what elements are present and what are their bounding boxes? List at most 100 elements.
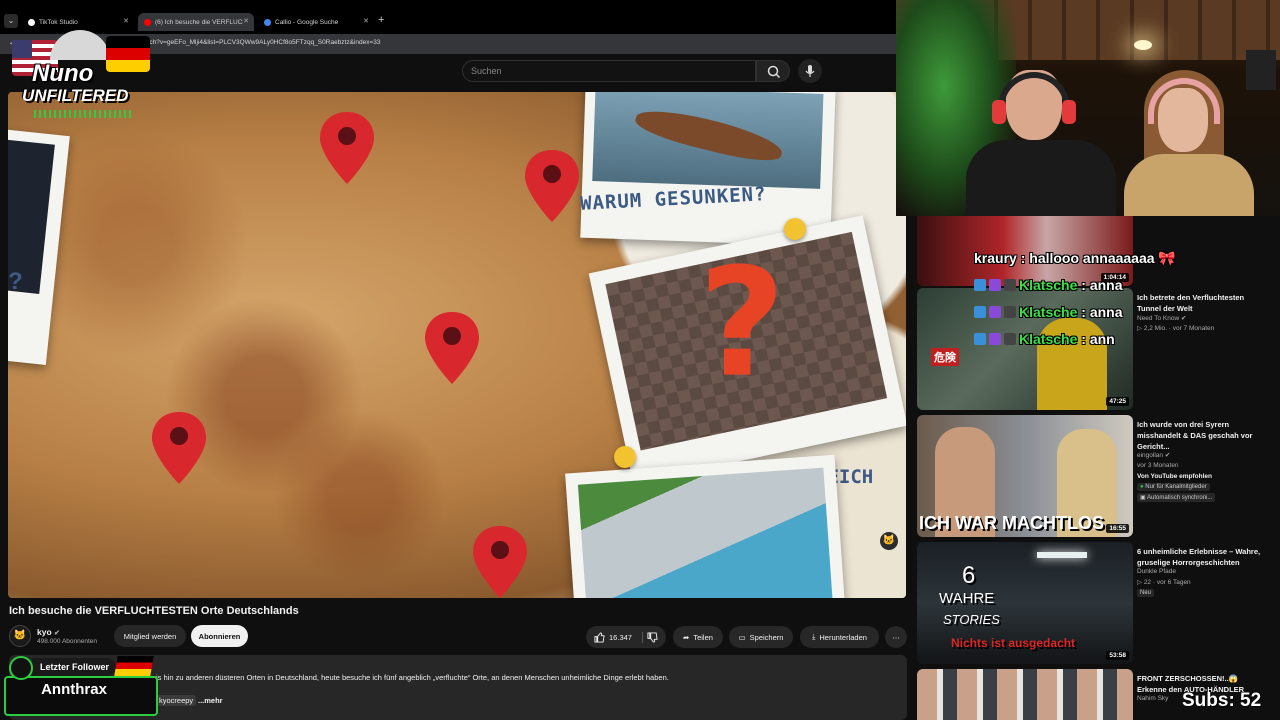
new-badge: Neu [1137,589,1155,597]
description-hashtag[interactable]: kyocreepy [156,695,197,706]
more-actions-button[interactable]: ⋯ [885,626,907,648]
video-title: Ich besuche die VERFLUCHTESTEN Orte Deut… [9,605,299,617]
video-meta-text: 2,2 Mio. · vor 7 Monaten [1143,325,1215,332]
video-duration: 53:58 [1106,651,1129,660]
channel-name[interactable]: kyo ✔ [37,627,60,637]
cat-icon[interactable]: 🐱 [880,532,898,550]
close-icon[interactable]: ✕ [363,17,369,25]
verified-icon: ✔ [1164,452,1171,459]
subscriber-count: 498.000 Abonnenten [37,638,98,645]
logo-text-unfiltered: UNFILTERED [22,86,129,105]
auto-dubbed-label: Automatisch synchroni... [1147,495,1213,501]
video-meta-text: 22 · vor 6 Tagen [1143,579,1191,586]
webcam-feed [896,0,1280,216]
dub-icon: ▣ [1140,495,1148,501]
video-player[interactable]: ? WARUM GESUNKEN? ? LEICH 🐱 [8,92,906,598]
video-title[interactable]: Ich betrete den Verfluchtesten Tunnel de… [1137,292,1267,314]
channel-name-text[interactable]: kyo [37,627,52,637]
chat-text: anna [1089,277,1123,293]
chat-badge-icon [974,306,986,318]
cohost-person [1124,70,1254,216]
channel-avatar[interactable]: 🐱 [9,625,31,647]
video-duration: 16:55 [1106,524,1129,533]
chat-message: kraury : hallooo annaaaaaa 🎀 [974,250,1176,266]
description-more-link[interactable]: ...mehr [198,696,223,705]
url-text[interactable]: m/watch?v=geEFo_Mlji4&list=PLCV3QWw9ALy0… [132,39,381,46]
follower-label: Letzter Follower [32,658,116,676]
search-icon [767,65,781,79]
new-tab-plus-icon[interactable]: + [378,14,384,26]
video-title[interactable]: 6 unheimliche Erlebnisse – Wahre, grusel… [1137,546,1267,568]
tab-tiktok-studio[interactable]: TikTok Studio ✕ [22,13,134,31]
views-icon: ▷ [1137,579,1144,586]
search-placeholder: Suchen [471,66,502,76]
video-thumbnail[interactable]: 6 WAHRE STORIES Nichts ist ausgedacht 53… [917,542,1133,664]
video-thumbnail[interactable] [917,669,1133,720]
tiktok-icon [28,18,35,26]
download-icon: ⤓ [812,632,816,641]
channel-name[interactable]: Dunkle Pfade [1137,568,1176,575]
recommended-video[interactable]: 6 WAHRE STORIES Nichts ist ausgedacht 53… [917,542,1272,664]
stream-logo: Nuno UNFILTERED [10,30,152,126]
voice-search-button[interactable] [798,59,822,83]
recommended-video[interactable]: ICH WAR MACHTLOS 16:55 Ich wurde von dre… [917,415,1272,537]
thumbnail-text: STORIES [943,612,1000,627]
verified-icon: ✔ [1180,315,1187,322]
chat-badge-icon [1004,333,1016,345]
youtube-icon [144,18,151,26]
thumbnail-text: ICH WAR MACHTLOS [919,513,1104,533]
thumbnail-text: 危険 [931,348,959,366]
channel-name[interactable]: Nahim Sky [1137,695,1168,702]
share-label: Teilen [693,632,713,642]
map-pin-icon [523,148,581,224]
streamer-person [966,70,1116,216]
last-follower-overlay: Letzter Follower Annthrax [4,656,158,716]
like-button[interactable]: 16.347 [594,631,643,643]
tab-label: (6) Ich besuche die VERFLUCHT [155,18,243,26]
chat-badge-icon [989,279,1001,291]
chat-badge-icon [989,333,1001,345]
like-count: 16.347 [609,632,632,642]
close-icon[interactable]: ✕ [243,17,249,25]
subscribe-label: Abonnieren [198,631,241,641]
channel-name-text[interactable]: eingollan [1137,452,1163,459]
google-icon [264,18,271,26]
chat-user: Klatsche [1019,304,1078,320]
save-button[interactable]: ▭ Speichern [729,626,793,648]
chat-badge-icon [974,279,986,291]
channel-name-text[interactable]: Need To Know [1137,315,1179,322]
video-frame-caption-left: ? [8,268,23,295]
save-label: Speichern [749,632,784,642]
chat-user: Klatsche [1019,277,1078,293]
follower-name: Annthrax [41,681,107,698]
channel-name[interactable]: Need To Know ✔ [1137,314,1186,322]
chat-badge-icon [974,333,986,345]
bookmark-icon: ▭ [738,632,746,642]
join-membership-button[interactable]: Mitglied werden [114,625,186,647]
search-input[interactable]: Suchen [462,60,756,82]
video-title[interactable]: Ich wurde von drei Syrern misshandelt & … [1137,419,1267,452]
chat-badge-icon [1004,279,1016,291]
search-button[interactable] [756,60,790,82]
chat-message: Klatsche : ann [974,331,1115,347]
german-flag-icon [106,36,150,72]
share-button[interactable]: ➦ Teilen [673,626,723,648]
map-pin-icon [471,524,529,598]
video-meta: vor 3 Monaten [1137,462,1179,469]
video-meta: ▷ 2,2 Mio. · vor 7 Monaten [1137,324,1214,332]
tab-youtube-video[interactable]: (6) Ich besuche die VERFLUCHT ✕ [138,13,254,31]
tab-google-search[interactable]: Callio - Google Suche ✕ [258,13,374,31]
tab-menu-chevron-icon[interactable]: ⌄ [4,14,18,28]
download-button[interactable]: ⤓ Herunterladen [800,626,879,648]
channel-name[interactable]: eingollan ✔ [1137,451,1170,459]
video-thumbnail[interactable]: ICH WAR MACHTLOS 16:55 [917,415,1133,537]
subscribe-button[interactable]: Abonnieren [191,625,248,647]
chat-message: Klatsche : anna [974,277,1123,293]
thumbs-down-icon[interactable] [647,631,658,643]
capitol-icon [50,30,110,60]
logo-text-nuno: Nuno [32,60,94,87]
recommendation-note: Von YouTube empfohlen [1137,473,1212,480]
video-meta: ▷ 22 · vor 6 Tagen [1137,578,1191,586]
close-icon[interactable]: ✕ [123,17,129,25]
chat-user: Klatsche [1019,331,1078,347]
